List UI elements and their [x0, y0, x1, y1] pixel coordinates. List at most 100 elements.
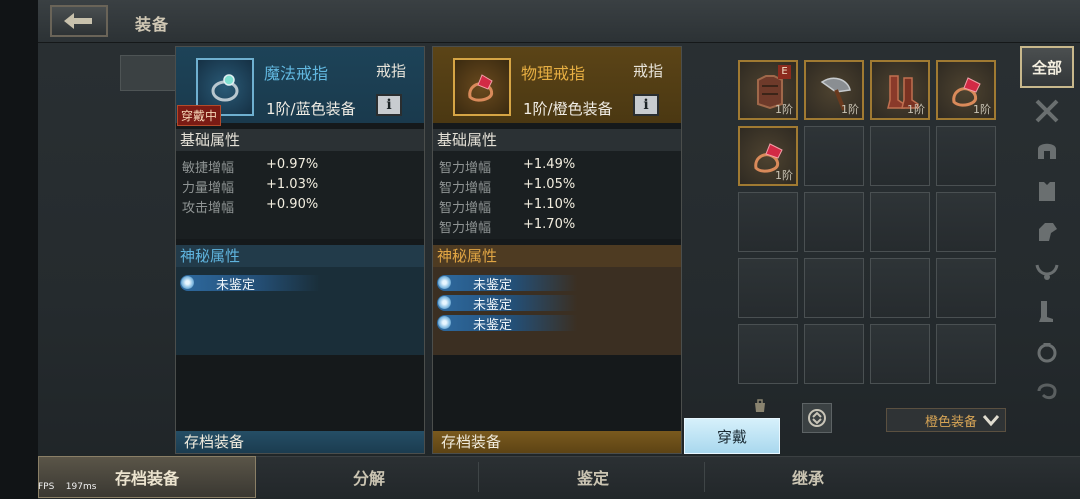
- stat-value: +0.97%: [266, 157, 319, 172]
- stats-list: 智力增幅 +1.49% 智力增幅 +1.05% 智力增幅 +1.10% 智力增幅…: [433, 151, 681, 239]
- item-type: 戒指: [632, 62, 663, 80]
- tab-gloves[interactable]: [1020, 212, 1074, 250]
- frame-time: 197ms: [65, 482, 97, 492]
- stat-value: +0.90%: [266, 197, 319, 212]
- sort-icon: [808, 409, 826, 427]
- stat-label: 智力增幅: [439, 221, 492, 236]
- mystic-value: 未鉴定: [473, 318, 513, 333]
- mystic-attributes-header: 神秘属性: [433, 245, 681, 267]
- tab-amulets[interactable]: [1020, 372, 1074, 410]
- stat-value: +1.10%: [523, 197, 576, 212]
- empty-slot[interactable]: [804, 192, 864, 252]
- mystic-list: 未鉴定: [176, 267, 424, 355]
- stat-value: +1.03%: [266, 177, 319, 192]
- gem-icon: [438, 296, 451, 309]
- tab-inherit[interactable]: 继承: [708, 456, 908, 498]
- empty-slot[interactable]: [738, 192, 798, 252]
- tab-divider: [478, 462, 479, 492]
- helmet-icon: [1038, 143, 1056, 159]
- empty-slot[interactable]: [936, 126, 996, 186]
- save-equipment-label[interactable]: 存档装备: [176, 431, 424, 453]
- equip-button[interactable]: 穿戴: [684, 418, 780, 454]
- mystic-row: 未鉴定: [437, 295, 577, 313]
- empty-slot[interactable]: [870, 324, 930, 384]
- tab-weapons[interactable]: [1020, 92, 1074, 130]
- stat-value: +1.70%: [523, 217, 576, 232]
- left-tab-stub: [120, 55, 176, 91]
- back-button[interactable]: [50, 5, 108, 37]
- mystic-list: 未鉴定 未鉴定 未鉴定: [433, 267, 681, 355]
- inventory-slot[interactable]: 1阶: [870, 60, 930, 120]
- bag-icon: [755, 399, 765, 412]
- mystic-value: 未鉴定: [473, 278, 513, 293]
- slot-tier: 1阶: [775, 103, 793, 116]
- item-header: 物理戒指 戒指 1阶/橙色装备 i: [433, 47, 681, 123]
- equipped-item-panel: 穿戴中 魔法戒指 戒指 1阶/蓝色装备 i 基础属性 敏捷增幅 +0.97% 力…: [175, 46, 425, 454]
- chest-armor-icon: [1039, 182, 1055, 201]
- mystic-value: 未鉴定: [216, 278, 256, 293]
- empty-slot[interactable]: [870, 192, 930, 252]
- quality-filter-dropdown[interactable]: 橙色装备: [886, 408, 1006, 432]
- inventory-slot[interactable]: E 1阶: [738, 60, 798, 120]
- ring-icon: [1037, 343, 1057, 363]
- slot-tier: 1阶: [973, 103, 991, 116]
- item-grade: 1阶/橙色装备: [523, 100, 613, 118]
- info-button[interactable]: i: [376, 94, 402, 116]
- top-bar: [38, 0, 1080, 43]
- stat-value: +1.05%: [523, 177, 576, 192]
- tab-all[interactable]: 全部: [1020, 46, 1074, 88]
- empty-slot[interactable]: [804, 258, 864, 318]
- mystic-row: 未鉴定: [437, 315, 577, 333]
- inventory-slot[interactable]: 1阶: [936, 60, 996, 120]
- compare-item-panel: 物理戒指 戒指 1阶/橙色装备 i 基础属性 智力增幅 +1.49% 智力增幅 …: [432, 46, 682, 454]
- stat-label: 敏捷增幅: [182, 161, 235, 176]
- fps-label: FPS: [38, 482, 55, 492]
- sort-button[interactable]: [802, 403, 832, 433]
- inventory-slot[interactable]: 1阶: [804, 60, 864, 120]
- base-attributes-header: 基础属性: [176, 129, 424, 151]
- empty-slot[interactable]: [936, 258, 996, 318]
- inventory-slot[interactable]: 1阶: [738, 126, 798, 186]
- tab-boots[interactable]: [1020, 292, 1074, 330]
- item-grade: 1阶/蓝色装备: [266, 100, 356, 118]
- boots-icon: [1039, 301, 1053, 322]
- amulet-icon: [1037, 383, 1057, 400]
- necklace-icon: [1035, 264, 1059, 280]
- gem-icon: [438, 316, 451, 329]
- save-equipment-label[interactable]: 存档装备: [433, 431, 681, 453]
- stat-label: 智力增幅: [439, 181, 492, 196]
- tab-helmets[interactable]: [1020, 132, 1074, 170]
- equipped-badge: E: [778, 65, 791, 79]
- fps-counter: FPS 197ms: [38, 482, 96, 492]
- mystic-row: 未鉴定: [180, 275, 320, 293]
- wearing-badge: 穿戴中: [177, 105, 222, 126]
- empty-slot[interactable]: [936, 192, 996, 252]
- tab-decompose[interactable]: 分解: [260, 456, 478, 498]
- empty-slot[interactable]: [870, 126, 930, 186]
- empty-slot[interactable]: [738, 258, 798, 318]
- slot-tier: 1阶: [907, 103, 925, 116]
- slot-tier: 1阶: [775, 169, 793, 182]
- empty-slot[interactable]: [738, 324, 798, 384]
- tab-rings[interactable]: [1020, 332, 1074, 370]
- tab-armor[interactable]: [1020, 172, 1074, 210]
- stat-value: +1.49%: [523, 157, 576, 172]
- stat-label: 智力增幅: [439, 201, 492, 216]
- empty-slot[interactable]: [804, 324, 864, 384]
- tab-identify[interactable]: 鉴定: [482, 456, 704, 498]
- item-name: 物理戒指: [521, 64, 586, 83]
- item-type: 戒指: [375, 62, 406, 80]
- mystic-row: 未鉴定: [437, 275, 577, 293]
- chevron-down-icon: [982, 415, 1000, 427]
- info-button[interactable]: i: [633, 94, 659, 116]
- empty-slot[interactable]: [804, 126, 864, 186]
- empty-slot[interactable]: [936, 324, 996, 384]
- tab-necklaces[interactable]: [1020, 252, 1074, 290]
- back-arrow-icon: [64, 13, 92, 29]
- filter-value: 橙色装备: [924, 414, 977, 430]
- mystic-attributes-header: 神秘属性: [176, 245, 424, 267]
- physical-ring-icon[interactable]: [453, 58, 511, 116]
- stats-list: 敏捷增幅 +0.97% 力量增幅 +1.03% 攻击增幅 +0.90%: [176, 151, 424, 239]
- base-attributes-header: 基础属性: [433, 129, 681, 151]
- empty-slot[interactable]: [870, 258, 930, 318]
